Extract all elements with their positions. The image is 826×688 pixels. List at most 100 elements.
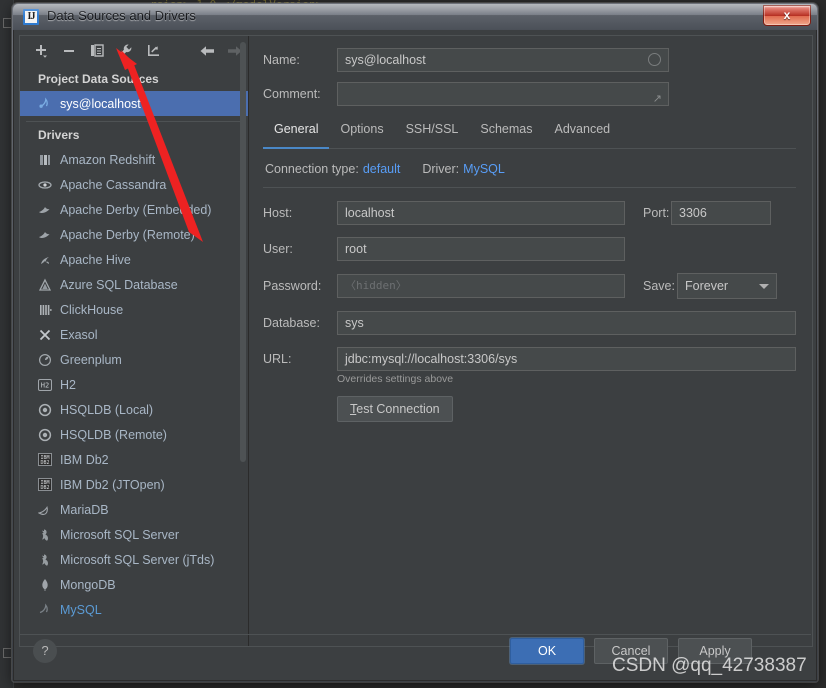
driver-item-mariadb[interactable]: MariaDB	[20, 497, 248, 522]
driver-item-h2[interactable]: H2 H2	[20, 372, 248, 397]
connection-form: Host: localhost Port: 3306 User: root Pa…	[263, 201, 796, 422]
footer-divider	[19, 634, 811, 635]
apply-button[interactable]: Apply	[678, 638, 752, 664]
driver-item-mysql[interactable]: MySQL	[20, 597, 248, 622]
driver-item-apache-derby-embedded[interactable]: Apache Derby (Embedded)	[20, 197, 248, 222]
clickhouse-icon	[38, 302, 60, 318]
host-label: Host:	[263, 206, 293, 220]
driver-item-clickhouse[interactable]: ClickHouse	[20, 297, 248, 322]
host-input[interactable]: localhost	[337, 201, 625, 225]
password-input[interactable]: 〈hidden〉	[337, 274, 625, 298]
import-arrow-icon	[148, 45, 159, 56]
mssql-icon	[38, 552, 60, 568]
driver-item-ibm-db2-jtopen[interactable]: IBM DB2 IBM Db2 (JTOpen)	[20, 472, 248, 497]
window-title: Data Sources and Drivers	[47, 8, 196, 23]
arrow-left-icon	[200, 46, 214, 56]
driver-label: Microsoft SQL Server	[60, 527, 180, 542]
h2-icon: H2	[38, 377, 60, 393]
data-sources-dialog-window: IJ Data Sources and Drivers x Project Da…	[12, 3, 818, 682]
sidebar-item-sys-localhost[interactable]: sys@localhost	[20, 91, 248, 116]
user-row: User: root	[263, 237, 796, 261]
close-window-button[interactable]: x	[763, 5, 811, 26]
sources-and-drivers-tree[interactable]: Project Data Sources sys@localhost Drive…	[20, 66, 248, 646]
save-value: Forever	[685, 279, 729, 293]
password-label: Password:	[263, 279, 322, 293]
driver-label: Exasol	[60, 327, 98, 342]
name-value: sys@localhost	[345, 53, 426, 67]
tab-schemas[interactable]: Schemas	[469, 120, 543, 148]
sidebar-scrollbar[interactable]	[240, 42, 246, 462]
name-input[interactable]: sys@localhost	[337, 48, 669, 72]
cassandra-eye-icon	[38, 177, 60, 193]
intellij-app-icon: IJ	[23, 9, 39, 25]
derby-icon	[38, 227, 60, 243]
driver-label: Greenplum	[60, 352, 122, 367]
dialog-content: Project Data Sources sys@localhost Drive…	[19, 35, 813, 647]
driver-item-microsoft-sql-server[interactable]: Microsoft SQL Server	[20, 522, 248, 547]
minus-icon	[64, 50, 74, 52]
hsqldb-icon	[38, 402, 60, 418]
driver-value[interactable]: MySQL	[463, 162, 505, 176]
hsqldb-icon	[38, 427, 60, 443]
back-button[interactable]	[194, 39, 220, 63]
derby-icon	[38, 202, 60, 218]
driver-item-hsqldb-local[interactable]: HSQLDB (Local)	[20, 397, 248, 422]
driver-item-azure-sql-database[interactable]: Azure SQL Database	[20, 272, 248, 297]
driver-label: Apache Hive	[60, 252, 131, 267]
driver-label: MariaDB	[60, 502, 109, 517]
driver-label: Apache Cassandra	[60, 177, 167, 192]
ok-button[interactable]: OK	[510, 638, 584, 664]
driver-item-apache-derby-remote[interactable]: Apache Derby (Remote)	[20, 222, 248, 247]
title-bar[interactable]: IJ Data Sources and Drivers x	[13, 4, 817, 30]
sidebar-item-label: sys@localhost	[60, 96, 141, 111]
driver-item-microsoft-sql-server-jtds[interactable]: Microsoft SQL Server (jTds)	[20, 547, 248, 572]
save-label: Save:	[643, 279, 675, 293]
driver-label: Apache Derby (Remote)	[60, 227, 195, 242]
connection-type-row: Connection type: default Driver: MySQL	[265, 162, 796, 176]
chevron-down-icon	[759, 284, 769, 289]
duplicate-button[interactable]	[84, 39, 110, 63]
remove-button[interactable]	[56, 39, 82, 63]
driver-label: Microsoft SQL Server (jTds)	[60, 552, 215, 567]
add-button[interactable]	[28, 39, 54, 63]
port-input[interactable]: 3306	[671, 201, 771, 225]
name-row: Name: sys@localhost	[263, 48, 796, 72]
test-connection-button[interactable]: Test Connection	[337, 396, 453, 422]
database-input[interactable]: sys	[337, 311, 796, 335]
drivers-header: Drivers	[38, 128, 80, 142]
save-password-select[interactable]: Forever	[677, 273, 777, 299]
cancel-button[interactable]: Cancel	[594, 638, 668, 664]
tab-options[interactable]: Options	[329, 120, 394, 148]
greenplum-icon	[38, 352, 60, 368]
svg-text:H2: H2	[41, 381, 49, 389]
driver-item-greenplum[interactable]: Greenplum	[20, 347, 248, 372]
connection-divider	[263, 187, 796, 188]
driver-label: Azure SQL Database	[60, 277, 178, 292]
expand-icon[interactable]: ↗	[653, 88, 662, 105]
driver-label: Driver:	[422, 162, 460, 176]
tab-advanced[interactable]: Advanced	[544, 120, 622, 148]
comment-input[interactable]: ↗	[337, 82, 669, 106]
driver-item-exasol[interactable]: Exasol	[20, 322, 248, 347]
user-input[interactable]: root	[337, 237, 625, 261]
driver-item-apache-cassandra[interactable]: Apache Cassandra	[20, 172, 248, 197]
driver-label: MySQL	[60, 602, 102, 617]
driver-item-mongodb[interactable]: MongoDB	[20, 572, 248, 597]
driver-item-apache-hive[interactable]: Apache Hive	[20, 247, 248, 272]
help-button[interactable]: ?	[33, 639, 57, 663]
url-input[interactable]: jdbc:mysql://localhost:3306/sys	[337, 347, 796, 371]
sidebar-toolbar	[20, 36, 248, 66]
right-panel: Name: sys@localhost Comment: ↗ General O…	[249, 36, 812, 646]
driver-item-hsqldb-remote[interactable]: HSQLDB (Remote)	[20, 422, 248, 447]
connection-type-value[interactable]: default	[363, 162, 401, 176]
driver-item-ibm-db2[interactable]: IBM DB2 IBM Db2	[20, 447, 248, 472]
tab-general[interactable]: General	[263, 120, 330, 149]
url-row: URL: jdbc:mysql://localhost:3306/sys	[263, 347, 796, 371]
properties-button[interactable]	[112, 39, 138, 63]
import-button[interactable]	[140, 39, 166, 63]
left-panel: Project Data Sources sys@localhost Drive…	[20, 36, 249, 646]
driver-item-amazon-redshift[interactable]: Amazon Redshift	[20, 147, 248, 172]
name-status-circle-icon	[648, 53, 661, 66]
driver-label: Amazon Redshift	[60, 152, 156, 167]
tab-ssh-ssl[interactable]: SSH/SSL	[395, 120, 470, 148]
